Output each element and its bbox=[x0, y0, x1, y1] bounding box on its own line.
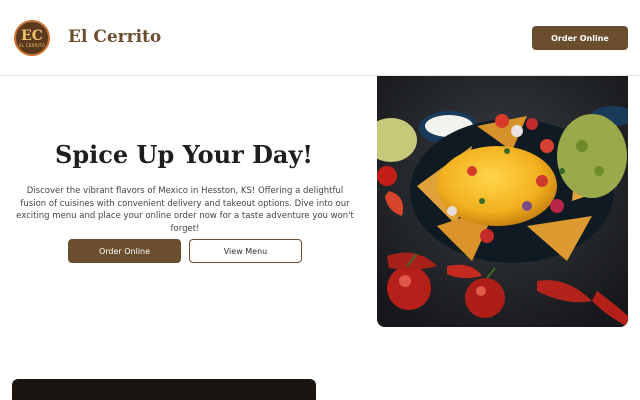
nachos-photo bbox=[377, 76, 628, 327]
nachos-illustration bbox=[377, 76, 628, 327]
dark-section-card bbox=[12, 379, 316, 400]
logo-subtext: EL CERRITO bbox=[19, 42, 45, 48]
hero-order-online-button[interactable]: Order Online bbox=[68, 239, 181, 263]
brand-name[interactable]: El Cerrito bbox=[68, 27, 161, 47]
logo[interactable]: EC EL CERRITO bbox=[14, 20, 50, 56]
hero-description: Discover the vibrant flavors of Mexico i… bbox=[16, 186, 354, 234]
hero-title: Spice Up Your Day! bbox=[55, 140, 313, 169]
view-menu-button[interactable]: View Menu bbox=[189, 239, 302, 263]
logo-mark: EC bbox=[21, 27, 43, 44]
header-order-online-button[interactable]: Order Online bbox=[532, 26, 628, 50]
site-header: EC EL CERRITO El Cerrito Order Online bbox=[0, 0, 640, 76]
